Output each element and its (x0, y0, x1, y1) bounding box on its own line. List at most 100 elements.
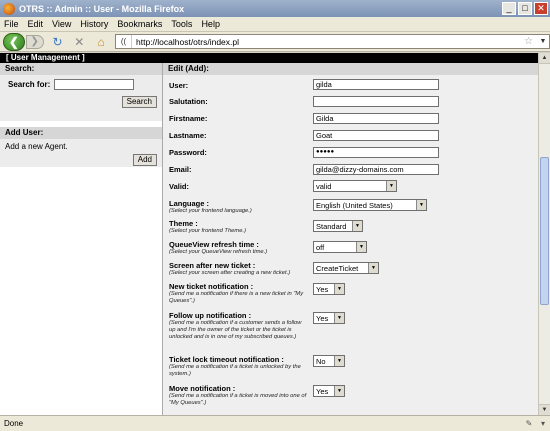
scroll-down-icon[interactable]: ▼ (539, 404, 550, 415)
chevron-down-icon: ▼ (352, 221, 362, 231)
newticket-row: New ticket notification : (Send me a not… (169, 282, 307, 305)
chevron-down-icon: ▼ (334, 313, 344, 323)
chevron-down-icon: ▼ (334, 284, 344, 294)
lock-select[interactable]: No ▼ (313, 355, 345, 367)
queueview-row: QueueView refresh time : (Select your Qu… (169, 240, 267, 256)
window-titlebar: OTRS :: Admin :: User - Mozilla Firefox … (0, 0, 550, 17)
lastname-label: Lastname: (169, 131, 207, 140)
vertical-scrollbar[interactable]: ▲ ▼ (538, 53, 550, 415)
screen-row: Screen after new ticket : (Select your s… (169, 261, 290, 277)
email-row: Email: (169, 165, 192, 174)
queueview-label: QueueView refresh time : (169, 240, 259, 249)
move-value: Yes (316, 386, 329, 396)
add-user-button[interactable]: Add (132, 154, 157, 166)
move-help: (Send me a notification if a ticket is m… (169, 393, 307, 406)
move-row: Move notification : (Send me a notificat… (169, 384, 307, 407)
theme-help: (Select your frontend Theme.) (169, 228, 247, 234)
maximize-button[interactable]: □ (518, 2, 532, 15)
language-row: Language : (Select your frontend languag… (169, 199, 252, 215)
search-label: Search for: (8, 80, 51, 89)
resize-grip-icon[interactable]: ▾ (536, 419, 550, 428)
home-icon[interactable]: ⌂ (93, 34, 109, 50)
minimize-button[interactable]: _ (502, 2, 516, 15)
close-button[interactable]: ✕ (534, 2, 548, 15)
queueview-select[interactable]: off ▼ (313, 241, 367, 253)
chevron-down-icon: ▼ (334, 356, 344, 366)
menu-file[interactable]: File (4, 19, 19, 29)
move-label: Move notification : (169, 384, 236, 393)
chevron-down-icon: ▼ (334, 386, 344, 396)
menu-history[interactable]: History (80, 19, 108, 29)
scrollbar-thumb[interactable] (540, 157, 549, 305)
followup-label: Follow up notification : (169, 311, 252, 320)
scroll-up-icon[interactable]: ▲ (539, 53, 550, 64)
status-text: Done (4, 419, 24, 428)
queueview-value: off (316, 242, 325, 252)
email-field[interactable]: gilda@dizzy-domains.com (313, 164, 439, 175)
lastname-field[interactable]: Goat (313, 130, 439, 141)
search-button[interactable]: Search (121, 96, 157, 108)
stop-icon[interactable]: ✕ (71, 34, 87, 50)
edit-section-title: Edit (Add): (163, 63, 538, 75)
valid-value: valid (316, 181, 332, 191)
theme-row: Theme : (Select your frontend Theme.) (169, 219, 246, 235)
site-identity-icon[interactable]: (( (116, 35, 133, 48)
queueview-help: (Select your QueueView refresh time.) (169, 249, 268, 255)
add-user-description: Add a new Agent. (5, 142, 68, 151)
salutation-row: Salutation: (169, 97, 208, 106)
menu-tools[interactable]: Tools (171, 19, 192, 29)
language-label: Language : (169, 199, 210, 208)
search-input[interactable] (54, 79, 135, 90)
password-label: Password: (169, 148, 207, 157)
salutation-field[interactable] (313, 96, 439, 107)
bookmark-star-icon[interactable]: ☆ (524, 36, 533, 47)
menu-view[interactable]: View (52, 19, 71, 29)
lock-row: Ticket lock timeout notification : (Send… (169, 355, 307, 378)
theme-label: Theme : (169, 219, 198, 228)
search-section: Search for: Search (0, 75, 162, 121)
user-field[interactable]: gilda (313, 79, 439, 90)
valid-select[interactable]: valid ▼ (313, 180, 397, 192)
forward-button[interactable]: ❯ (25, 34, 44, 49)
firefox-icon (3, 2, 15, 15)
url-text[interactable]: http://localhost/otrs/index.pl (136, 37, 524, 47)
theme-value: Standard (316, 221, 347, 231)
firstname-field[interactable]: Gilda (313, 113, 439, 124)
back-button[interactable]: ❮ (3, 32, 25, 51)
newticket-select[interactable]: Yes ▼ (313, 283, 345, 295)
url-dropdown-icon[interactable]: ▼ (537, 38, 549, 45)
screen-help: (Select your screen after creating a new… (169, 270, 291, 276)
lock-label: Ticket lock timeout notification : (169, 355, 284, 364)
firstname-row: Firstname: (169, 114, 207, 123)
address-bar[interactable]: (( http://localhost/otrs/index.pl ☆ ▼ (115, 34, 550, 49)
language-select[interactable]: English (United States) ▼ (313, 199, 427, 211)
valid-row: Valid: (169, 182, 189, 191)
user-label: User: (169, 81, 189, 90)
lock-value: No (316, 356, 326, 366)
move-select[interactable]: Yes ▼ (313, 385, 345, 397)
chevron-down-icon: ▼ (386, 181, 396, 191)
followup-select[interactable]: Yes ▼ (313, 312, 345, 324)
user-row: User: (169, 81, 188, 90)
add-user-section-title: Add User: (0, 127, 162, 139)
screen-select[interactable]: CreateTicket ▼ (313, 262, 379, 274)
add-user-section: Add a new Agent. Add (0, 139, 162, 167)
newticket-label: New ticket notification : (169, 282, 254, 291)
navigation-toolbar: ❮ ❯ ↻ ✕ ⌂ (( http://localhost/otrs/index… (0, 32, 550, 52)
left-panel: Search: Search for: Search Add User: Add… (0, 63, 163, 415)
menu-edit[interactable]: Edit (28, 19, 44, 29)
addon-icon[interactable]: ✎ (522, 419, 536, 428)
chevron-down-icon: ▼ (416, 200, 426, 210)
search-section-title: Search: (0, 63, 162, 75)
screen-value: CreateTicket (316, 263, 359, 273)
lastname-row: Lastname: (169, 131, 207, 140)
menu-help[interactable]: Help (201, 19, 220, 29)
reload-icon[interactable]: ↻ (50, 34, 66, 50)
theme-select[interactable]: Standard ▼ (313, 220, 363, 232)
menu-bookmarks[interactable]: Bookmarks (117, 19, 162, 29)
firstname-label: Firstname: (169, 114, 208, 123)
salutation-label: Salutation: (169, 97, 208, 106)
language-help: (Select your frontend language.) (169, 208, 252, 214)
menu-bar: File Edit View History Bookmarks Tools H… (0, 17, 550, 32)
password-field[interactable]: ●●●●● (313, 147, 439, 158)
